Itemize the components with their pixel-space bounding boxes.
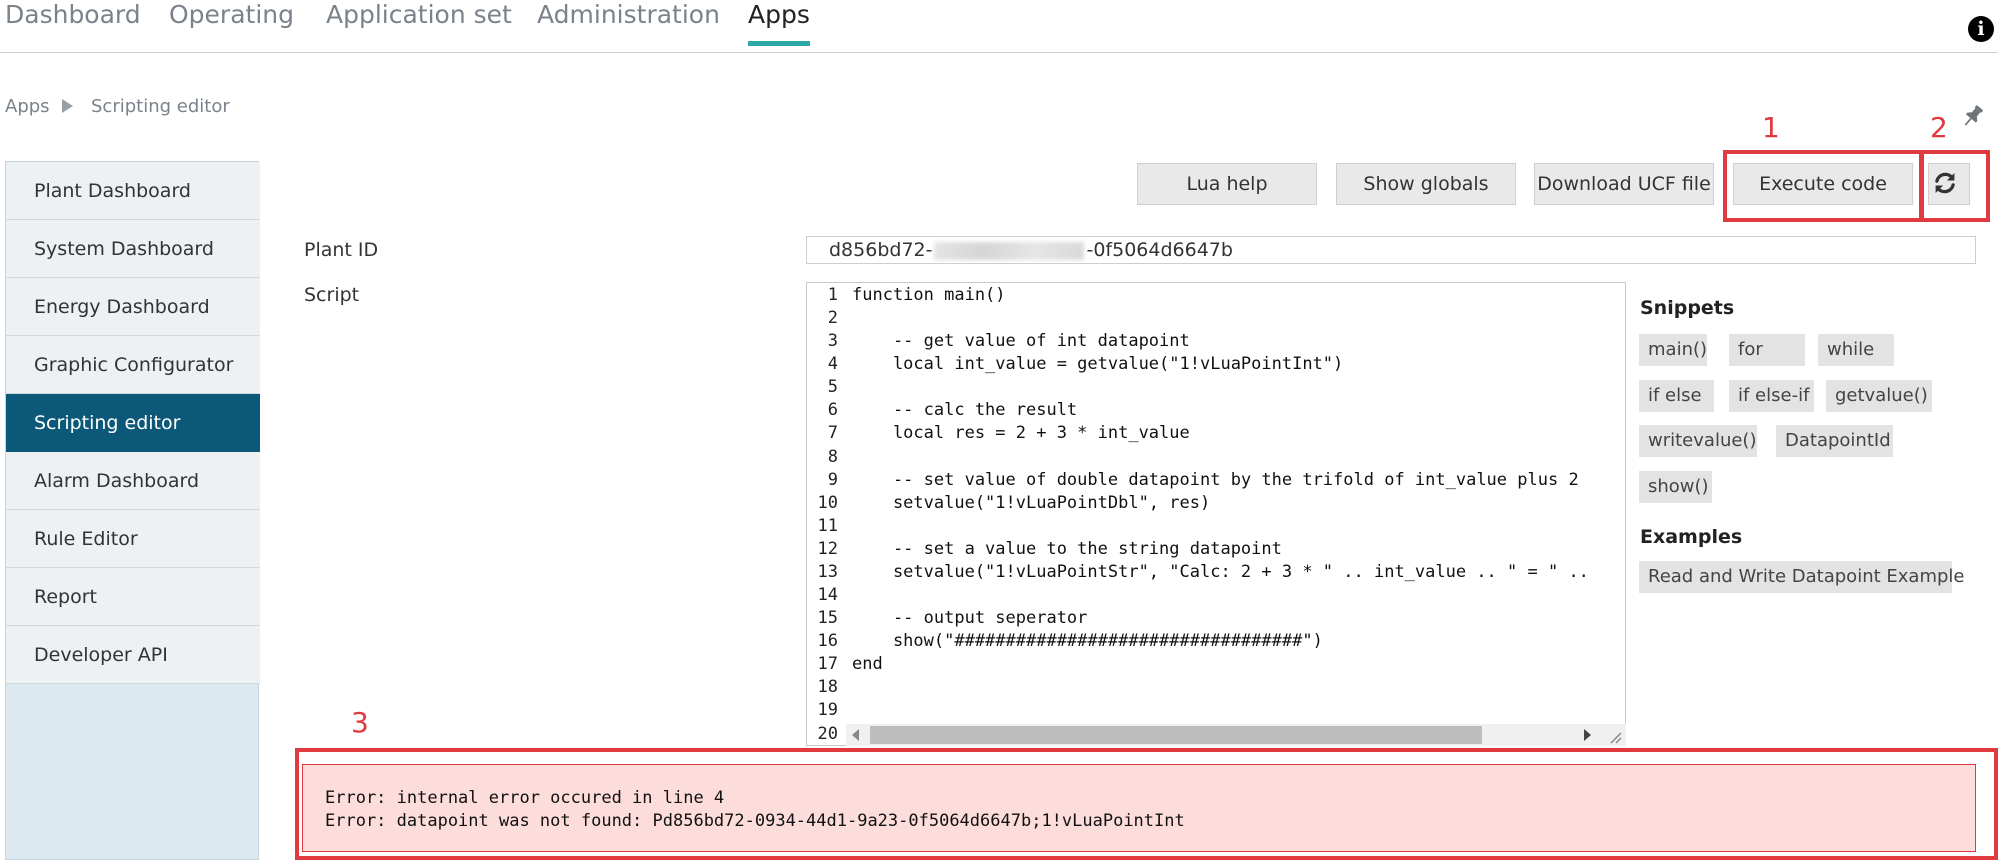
snippet-for[interactable]: for [1729,334,1805,366]
examples-title: Examples [1640,526,1743,548]
sidebar-item-system-dashboard[interactable]: System Dashboard [6,220,260,278]
plant-id-prefix: d856bd72- [829,239,933,261]
nav-tab-operating[interactable]: Operating [169,0,294,46]
breadcrumb-apps[interactable]: Apps [5,96,50,117]
plant-id-field[interactable]: d856bd72- -0f5064d6647b [806,236,1976,264]
code-line: setvalue("1!vLuaPointStr", "Calc: 2 + 3 … [852,561,1589,582]
line-number: 6 [827,400,838,421]
nav-tab-apps[interactable]: Apps [748,0,810,46]
line-number: 1 [827,285,838,305]
code-line: function main() [852,285,1006,305]
line-number: 19 [817,700,838,721]
annotation-label-2: 2 [1930,111,1948,144]
code-line: setvalue("1!vLuaPointDbl", res) [852,492,1211,513]
sidebar: Plant Dashboard System Dashboard Energy … [5,161,260,860]
line-number: 8 [827,446,838,467]
scrollbar-thumb[interactable] [870,726,1482,744]
line-number: 17 [817,654,838,675]
error-line: Error: datapoint was not found: Pd856bd7… [325,811,1185,831]
example-read-write-datapoint[interactable]: Read and Write Datapoint Example [1639,561,1964,593]
nav-tab-application-set[interactable]: Application set [326,0,512,46]
pin-icon[interactable] [1960,103,1986,129]
sidebar-item-energy-dashboard[interactable]: Energy Dashboard [6,278,260,336]
line-number: 12 [817,538,838,559]
snippet-while[interactable]: while [1818,334,1894,366]
info-icon[interactable]: i [1968,16,1994,42]
sidebar-item-report[interactable]: Report [6,568,260,626]
redacted-block [934,241,1085,260]
plant-id-suffix: -0f5064d6647b [1086,239,1233,261]
line-number: 9 [827,469,838,490]
snippet-writevalue[interactable]: writevalue() [1639,425,1757,457]
download-ucf-button[interactable]: Download UCF file [1534,163,1714,205]
line-number: 3 [827,331,838,352]
error-output-panel: Error: internal error occured in line 4 … [302,764,1976,852]
annotation-label-3: 3 [351,706,369,739]
line-number: 5 [827,377,838,398]
line-number: 2 [827,308,838,329]
code-line: local res = 2 + 3 * int_value [852,423,1190,444]
annotation-label-1: 1 [1762,111,1780,144]
line-number: 20 [817,723,838,744]
resize-handle-icon[interactable] [1608,730,1622,744]
line-number: 4 [827,354,838,375]
snippet-if-else[interactable]: if else [1639,380,1714,412]
code-line: -- get value of int datapoint [852,331,1190,352]
code-line: show("##################################… [852,631,1323,652]
nav-tab-administration[interactable]: Administration [537,0,720,46]
scroll-right-icon[interactable] [1584,729,1591,741]
code-line: -- output seperator [852,608,1088,629]
line-number: 14 [817,585,838,606]
annotation-box-refresh [1920,150,1990,222]
sidebar-item-rule-editor[interactable]: Rule Editor [6,510,260,568]
error-line: Error: internal error occured in line 4 [325,788,725,808]
snippets-title: Snippets [1640,297,1735,319]
sidebar-item-plant-dashboard[interactable]: Plant Dashboard [6,162,260,220]
line-number: 13 [817,561,838,582]
code-line: end [852,654,883,675]
breadcrumb-separator-icon [62,99,73,113]
line-number: 11 [817,515,838,536]
sidebar-item-scripting-editor[interactable]: Scripting editor [6,394,260,452]
code-line: -- set value of double datapoint by the … [852,469,1579,490]
code-line: local int_value = getvalue("1!vLuaPointI… [852,354,1344,375]
show-globals-button[interactable]: Show globals [1336,163,1516,205]
lua-help-button[interactable]: Lua help [1137,163,1317,205]
plant-id-label: Plant ID [304,239,379,261]
snippet-show[interactable]: show() [1639,471,1712,503]
code-line: -- set a value to the string datapoint [852,538,1282,559]
snippet-datapointid[interactable]: DatapointId [1776,425,1893,457]
line-number: 7 [827,423,838,444]
script-label: Script [304,284,360,306]
annotation-box-execute [1723,150,1923,222]
line-number: 18 [817,677,838,698]
snippet-main[interactable]: main() [1639,334,1707,366]
code-line: -- calc the result [852,400,1078,421]
sidebar-item-developer-api[interactable]: Developer API [6,626,260,684]
line-number: 15 [817,608,838,629]
sidebar-item-graphic-configurator[interactable]: Graphic Configurator [6,336,260,394]
line-number: 16 [817,631,838,652]
line-number: 10 [817,492,838,513]
snippet-if-else-if[interactable]: if else-if [1729,380,1814,412]
breadcrumb-current: Scripting editor [91,96,230,117]
nav-tab-dashboard[interactable]: Dashboard [5,0,141,46]
snippet-getvalue[interactable]: getvalue() [1826,380,1932,412]
scroll-left-icon[interactable] [852,729,859,741]
top-navigation: Dashboard Operating Application set Admi… [0,0,1998,53]
sidebar-item-alarm-dashboard[interactable]: Alarm Dashboard [6,452,260,510]
